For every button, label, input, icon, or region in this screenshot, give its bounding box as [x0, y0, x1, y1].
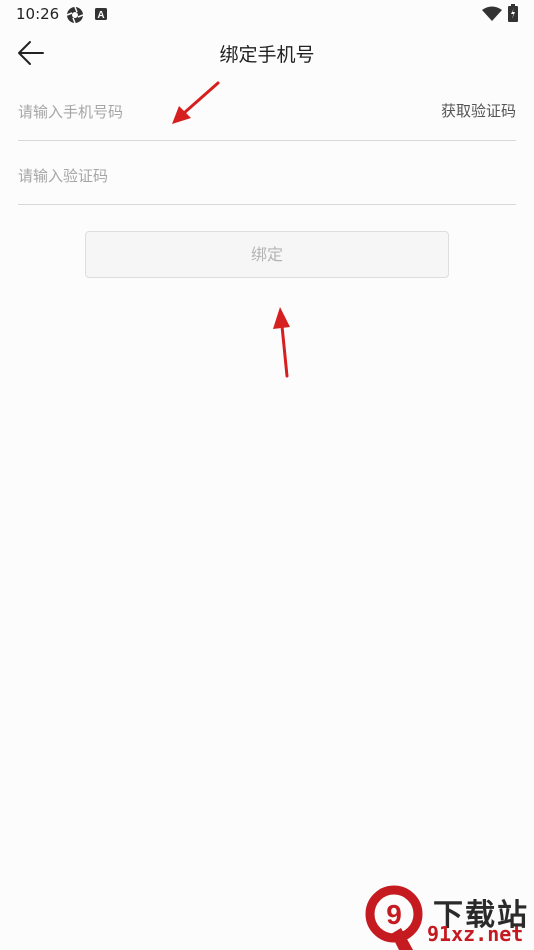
watermark: 9 下载站 91xz.net [361, 884, 534, 950]
status-time: 10:26 [16, 5, 60, 23]
bind-button[interactable]: 绑定 [85, 231, 449, 278]
annotation-arrow-bind [273, 307, 290, 378]
verification-code-input[interactable] [18, 162, 398, 190]
annotation-arrows [172, 81, 290, 378]
watermark-logo-icon: 9 [365, 885, 423, 950]
svg-text:9: 9 [386, 899, 402, 930]
get-code-button[interactable]: 获取验证码 [441, 100, 516, 121]
watermark-site: 91xz.net [427, 922, 524, 946]
wifi-icon [482, 6, 502, 26]
svg-text:A: A [97, 10, 104, 21]
aperture-icon [66, 6, 84, 28]
battery-charging-icon [508, 4, 518, 26]
page-title: 绑定手机号 [219, 44, 315, 66]
phone-field-row: 获取验证码 [18, 80, 516, 141]
phone-input[interactable] [18, 98, 398, 126]
status-bar: 10:26 A [0, 0, 534, 28]
code-field-row [18, 144, 516, 205]
app-bar: 绑定手机号 [0, 28, 534, 78]
a-letter-icon: A [94, 6, 108, 25]
